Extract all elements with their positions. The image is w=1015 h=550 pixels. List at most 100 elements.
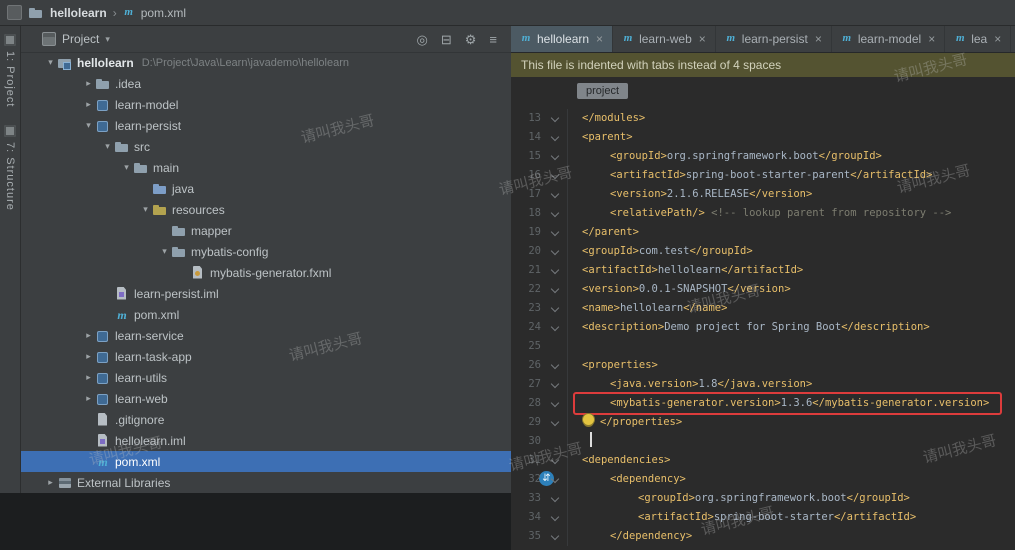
fold-icon[interactable] [545,185,568,204]
code-line[interactable]: 21 <artifactId>hellolearn</artifactId> [511,261,1015,280]
fold-icon[interactable] [545,166,568,185]
code-line[interactable]: 35 </dependency> [511,527,1015,546]
tree-row[interactable]: learn-persist.iml [20,283,511,304]
tree-row[interactable]: .gitignore [20,409,511,430]
fold-icon[interactable] [545,261,568,280]
tree-expand-icon[interactable]: ▾ [158,246,171,257]
code-line[interactable]: 29 </properties> [511,413,1015,432]
hide-icon[interactable]: ≡ [489,33,497,46]
project-tool-button[interactable]: 1: Project [0,26,20,107]
tree-expand-icon[interactable]: ▸ [82,330,95,341]
code-line[interactable]: 16 <artifactId>spring-boot-starter-parent… [511,166,1015,185]
tree-row[interactable]: java [20,178,511,199]
fold-icon[interactable] [545,128,568,147]
tree-expand-icon[interactable]: ▸ [82,351,95,362]
chevron-down-icon[interactable]: ▾ [105,34,110,45]
code-line[interactable]: 26 <properties> [511,356,1015,375]
tab-close-icon[interactable]: × [994,32,1001,46]
tree-row[interactable]: ▾ src [20,136,511,157]
code-line[interactable]: 27 <java.version>1.8</java.version> [511,375,1015,394]
fold-icon[interactable] [545,147,568,166]
tree-row[interactable]: hellolearn.iml [20,430,511,451]
tree-row[interactable]: ▸ learn-task-app [20,346,511,367]
fold-icon[interactable] [545,204,568,223]
fold-icon[interactable] [545,470,568,489]
tree-row[interactable]: ▾ hellolearn D:\Project\Java\Learn\javadem… [20,52,511,73]
editor-tab[interactable]: hellolearn × [511,26,614,52]
breadcrumb-project[interactable]: hellolearn [50,6,107,20]
settings-icon[interactable]: ⚙ [465,33,477,46]
tree-row[interactable]: ▸ learn-web [20,388,511,409]
tree-row[interactable]: mybatis-generator.fxml [20,262,511,283]
tree-expand-icon[interactable]: ▾ [139,204,152,215]
tree-expand-icon[interactable]: ▸ [82,78,95,89]
editor-tab[interactable]: learn-web × [613,26,716,52]
tree-expand-icon[interactable]: ▸ [82,393,95,404]
tree-row[interactable]: ▾ main [20,157,511,178]
tree-row[interactable]: ▸ .idea [20,73,511,94]
code-line[interactable]: 23 <name>hellolearn</name> [511,299,1015,318]
fold-icon[interactable] [545,508,568,527]
code-line[interactable]: 18 <relativePath/> <!-- lookup parent fro… [511,204,1015,223]
code-line[interactable]: 13 </modules> [511,109,1015,128]
tab-close-icon[interactable]: × [928,32,935,46]
fold-icon[interactable] [545,280,568,299]
code-line[interactable]: 28 <mybatis-generator.version>1.3.6</myba… [511,392,1015,415]
fold-icon[interactable] [545,318,568,337]
code-line[interactable]: 22 <version>0.0.1-SNAPSHOT</version> [511,280,1015,299]
code-line[interactable]: 33 <groupId>org.springframework.boot</gro… [511,489,1015,508]
code-line[interactable]: 20 <groupId>com.test</groupId> [511,242,1015,261]
structure-tool-button[interactable]: 7: Structure [0,107,20,211]
tree-expand-icon[interactable]: ▸ [82,372,95,383]
code-line[interactable]: 19 </parent> [511,223,1015,242]
editor-tab[interactable]: lea × [945,26,1012,52]
tree-expand-icon[interactable]: ▾ [44,57,57,68]
tab-close-icon[interactable]: × [596,32,603,46]
tree-row[interactable]: ▾ resources [20,199,511,220]
code-line[interactable]: 15 <groupId>org.springframework.boot</gro… [511,147,1015,166]
fold-icon[interactable] [545,356,568,375]
code-editor[interactable]: 13</modules>14<parent>15<groupId>org.spr… [511,105,1015,550]
tab-close-icon[interactable]: × [815,32,822,46]
tree-row[interactable]: ▸ External Libraries [20,472,511,493]
locate-icon[interactable]: ◎ [417,33,428,46]
fold-icon[interactable] [545,223,568,242]
fold-icon[interactable] [545,242,568,261]
project-view-selector[interactable]: Project [62,32,99,46]
code-line[interactable]: 30 [511,432,1015,451]
breadcrumb-file[interactable]: pom.xml [141,6,186,20]
tree-expand-icon[interactable]: ▸ [44,477,57,488]
code-line[interactable]: 25 [511,337,1015,356]
fold-icon[interactable] [545,451,568,470]
fold-icon[interactable] [545,299,568,318]
tree-row[interactable]: pom.xml [20,304,511,325]
tree-row[interactable]: ▸ learn-utils [20,367,511,388]
code-line[interactable]: 24 <description>Demo project for Spring B… [511,318,1015,337]
tree-row[interactable]: pom.xml [20,451,511,472]
fold-icon[interactable] [545,375,568,394]
tree-row[interactable]: mapper [20,220,511,241]
tree-expand-icon[interactable]: ▾ [101,141,114,152]
code-line[interactable]: 17 <version>2.1.6.RELEASE</version> [511,185,1015,204]
tree-row[interactable]: ▸ learn-model [20,94,511,115]
collapse-all-icon[interactable]: ⊟ [441,33,452,46]
breadcrumb-tag[interactable]: project [577,83,629,99]
fold-icon[interactable] [545,394,568,413]
tree-row[interactable]: ▾ mybatis-config [20,241,511,262]
editor-tab[interactable]: learn-persist × [716,26,832,52]
code-line[interactable]: 31 <dependencies> [511,451,1015,470]
fold-icon[interactable] [545,527,568,546]
editor-tab[interactable]: learn-model × [832,26,946,52]
intention-bulb-icon[interactable] [582,413,595,426]
fold-icon[interactable] [545,489,568,508]
tree-expand-icon[interactable]: ▸ [82,99,95,110]
code-line[interactable]: 14 <parent> [511,128,1015,147]
fold-icon[interactable] [545,109,568,128]
tab-close-icon[interactable]: × [699,32,706,46]
tree-row[interactable]: ▾ learn-persist [20,115,511,136]
code-line[interactable]: 34 <artifactId>spring-boot-starter</artif… [511,508,1015,527]
tree-row[interactable]: ▸ learn-service [20,325,511,346]
tree-expand-icon[interactable]: ▾ [82,120,95,131]
code-line[interactable]: 32 <dependency> [511,470,1015,489]
fold-icon[interactable] [545,413,568,432]
